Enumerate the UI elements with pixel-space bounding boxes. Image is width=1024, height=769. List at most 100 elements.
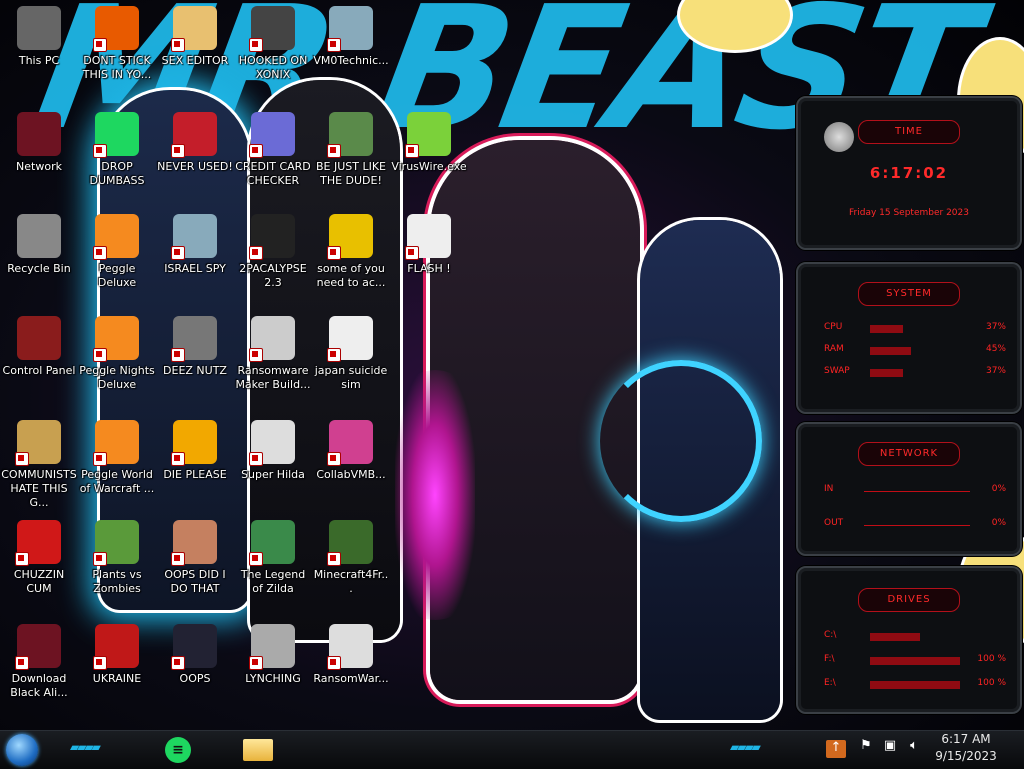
drives-usage-bar [870,657,960,665]
desktop-icon[interactable]: CREDIT CARD CHECKER [234,112,312,188]
app-icon [327,6,373,52]
time-widget[interactable]: TIME 6:17:02 Friday 15 September 2023 [796,96,1022,250]
desktop-icon-label: some of you need to ac... [316,262,386,289]
shortcut-arrow-icon [171,452,185,466]
desktop-icon[interactable]: RansomWar... [312,624,390,686]
desktop-icon[interactable]: DIE PLEASE [156,420,234,482]
app-icon [93,112,139,158]
system-row: CPU 37% [824,322,1006,336]
tray-show-hidden-icon[interactable]: ↑ [826,740,846,758]
drives-label: F:\ [824,654,835,664]
app-icon [249,214,295,260]
app-icon [327,520,373,566]
app-icon [17,214,61,258]
desktop-icon-label: CollabVMB... [316,468,386,481]
desktop-icon-label: Super Hilda [241,468,305,481]
desktop-icon[interactable]: japan suicide sim [312,316,390,392]
system-widget[interactable]: SYSTEM CPU 37% RAM 45% SWAP 37% [796,262,1022,414]
drives-label: E:\ [824,678,836,688]
taskbar-file-explorer-button[interactable] [238,733,278,767]
shortcut-arrow-icon [171,656,185,670]
app-icon [249,112,295,158]
desktop-icon[interactable]: This PC [0,6,78,68]
app-icon [171,520,217,566]
shortcut-arrow-icon [249,38,263,52]
desktop-icon[interactable]: Ransomware Maker Build... [234,316,312,392]
desktop-icon[interactable]: HOOKED ON XONIX [234,6,312,82]
desktop-icon-label: Minecraft4Fr... [313,568,389,595]
shortcut-arrow-icon [93,246,107,260]
desktop-icon-label: japan suicide sim [314,364,388,391]
desktop-icon[interactable]: Control Panel [0,316,78,378]
desktop-icon[interactable]: VirusWire.exe [390,112,468,174]
desktop-icon[interactable]: OOPS DID I DO THAT [156,520,234,596]
desktop-icon[interactable]: OOPS [156,624,234,686]
app-icon [327,316,373,362]
shortcut-arrow-icon [249,656,263,670]
shortcut-arrow-icon [93,656,107,670]
desktop-icon[interactable]: Super Hilda [234,420,312,482]
shortcut-arrow-icon [171,552,185,566]
desktop-icon-label: DONT STICK THIS IN YO... [82,54,152,81]
desktop-icon-label: Recycle Bin [7,262,71,275]
wallpaper-blue-swirl [600,360,762,522]
desktop-icon[interactable]: DONT STICK THIS IN YO... [78,6,156,82]
desktop-icon-label: BE JUST LIKE THE DUDE! [315,160,387,187]
drives-widget-title: DRIVES [858,588,960,612]
drives-widget[interactable]: DRIVES C:\ F:\ 100 % E:\ 100 % [796,566,1022,714]
desktop-icon[interactable]: 2PACALYPSE 2.3 [234,214,312,290]
system-widget-title: SYSTEM [858,282,960,306]
tray-network-icon[interactable]: ▣ [880,738,900,760]
start-orb-button[interactable] [6,734,38,766]
system-label: SWAP [824,366,850,376]
network-widget[interactable]: NETWORK IN 0% OUT 0% [796,422,1022,556]
app-icon [327,420,373,466]
desktop-icon[interactable]: LYNCHING [234,624,312,686]
desktop-icon[interactable]: Recycle Bin [0,214,78,276]
shortcut-arrow-icon [249,348,263,362]
taskbar-clock[interactable]: 6:17 AM 9/15/2023 [926,731,1006,765]
desktop-icon[interactable]: The Legend of Zilda [234,520,312,596]
shortcut-arrow-icon [405,144,419,158]
desktop-icon[interactable]: SEX EDITOR [156,6,234,68]
taskbar-spotify-button[interactable]: ≡ [158,733,198,767]
desktop-icon[interactable]: some of you need to ac... [312,214,390,290]
tray-flag-icon[interactable]: ⚑ [856,738,876,760]
desktop-icon[interactable]: Minecraft4Fr... [312,520,390,596]
tray-volume-icon[interactable]: 🔈︎ [904,738,924,760]
desktop-icon[interactable]: CollabVMB... [312,420,390,482]
desktop-icon[interactable]: COMMUNISTS HATE THIS G... [0,420,78,510]
app-icon [93,520,139,566]
desktop-icon[interactable]: CHUZZIN CUM [0,520,78,596]
app-icon [93,420,139,466]
desktop-icon[interactable]: Network [0,112,78,174]
desktop-icon[interactable]: NEVER USED! [156,112,234,174]
shortcut-arrow-icon [249,144,263,158]
desktop-icon[interactable]: FLASH ! [390,214,468,276]
desktop-icon[interactable]: Plants vs Zombies [78,520,156,596]
shortcut-arrow-icon [171,348,185,362]
shortcut-arrow-icon [171,246,185,260]
time-widget-date: Friday 15 September 2023 [849,208,969,218]
alien-logo-icon [824,122,854,152]
desktop-icon[interactable]: UKRAINE [78,624,156,686]
system-usage-bar [870,325,903,333]
desktop-icon[interactable]: DROP DUMBASS [78,112,156,188]
desktop-icon-label: Peggle World of Warcraft ... [79,468,155,495]
app-icon [93,214,139,260]
desktop-icon[interactable]: ISRAEL SPY [156,214,234,276]
drives-percent: 100 % [977,654,1006,664]
desktop-icon[interactable]: BE JUST LIKE THE DUDE! [312,112,390,188]
network-label: IN [824,484,834,494]
system-percent: 37% [985,366,1006,376]
desktop-icon[interactable]: Peggle World of Warcraft ... [78,420,156,496]
shortcut-arrow-icon [93,348,107,362]
shortcut-arrow-icon [249,246,263,260]
desktop-icon[interactable]: VM0Technic... [312,6,390,68]
time-widget-title: TIME [858,120,960,144]
desktop-icon[interactable]: DEEZ NUTZ [156,316,234,378]
desktop-icon[interactable]: Peggle Nights Deluxe [78,316,156,392]
taskbar-chevrons-left-icon: ▰▰▰▰ [70,740,101,754]
desktop-icon[interactable]: Peggle Deluxe [78,214,156,290]
desktop-icon[interactable]: Download Black Ali... [0,624,78,700]
